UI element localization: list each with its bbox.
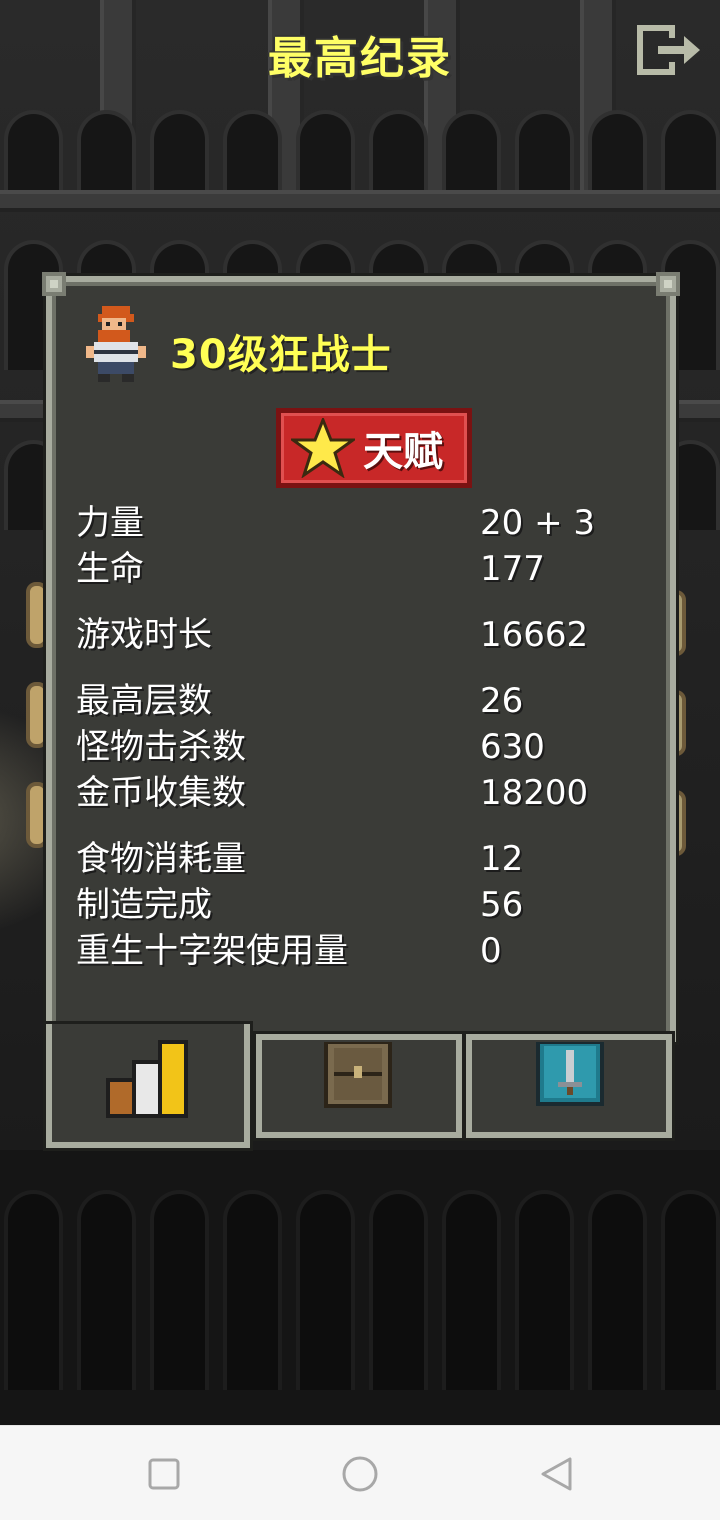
background-ledge	[0, 190, 720, 212]
stat-value: 56	[480, 885, 524, 925]
background-floor	[0, 1150, 720, 1425]
stat-row-health: 生命 177	[76, 546, 656, 592]
stat-label: 金币收集数	[76, 773, 246, 813]
stat-row-food-eaten: 食物消耗量 12	[76, 836, 656, 882]
talent-button[interactable]: 天赋	[276, 408, 472, 488]
stat-value: 630	[480, 727, 545, 767]
stat-value: 18200	[480, 773, 589, 813]
recent-apps-icon[interactable]	[144, 1454, 184, 1494]
stat-value: 16662	[480, 615, 589, 655]
stat-row-items-crafted: 制造完成 56	[76, 882, 656, 928]
stat-label: 游戏时长	[76, 615, 212, 655]
background-arches	[0, 1190, 720, 1390]
talent-label: 天赋	[363, 429, 443, 475]
stat-label: 最高层数	[76, 681, 212, 721]
wall-torch	[26, 782, 48, 848]
stat-value: 12	[480, 839, 524, 879]
system-navigation-bar	[0, 1425, 720, 1520]
page-title: 最高纪录	[268, 33, 452, 84]
stats-bars-icon	[106, 1040, 188, 1118]
hero-title: 30级狂战士	[170, 332, 392, 378]
tab-items[interactable]	[256, 1034, 462, 1138]
stat-row-gold-collected: 金币收集数 18200	[76, 770, 656, 816]
panel-corner	[42, 272, 66, 296]
stat-label: 食物消耗量	[76, 839, 246, 879]
stat-label: 重生十字架使用量	[76, 931, 348, 971]
stat-label: 制造完成	[76, 885, 212, 925]
stat-label: 怪物击杀数	[76, 727, 246, 767]
wall-torch	[26, 582, 48, 648]
exit-icon	[637, 25, 700, 75]
tab-badges[interactable]	[466, 1034, 672, 1138]
exit-button[interactable]	[636, 24, 704, 76]
back-icon[interactable]	[536, 1454, 576, 1494]
stat-label: 力量	[76, 503, 144, 543]
stat-value: 20 + 3	[480, 503, 595, 543]
stat-row-play-time: 游戏时长 16662	[76, 612, 656, 658]
records-panel: 30级狂战士 天赋 力量 20 + 3 生命 177 游戏时长 16662 最高…	[42, 272, 680, 1042]
stat-value: 0	[480, 931, 502, 971]
sword-badge-icon	[536, 1042, 604, 1106]
wooden-chest-icon	[324, 1042, 392, 1108]
background-arches	[0, 110, 720, 190]
berserker-hero-icon	[86, 306, 146, 382]
stat-label: 生命	[76, 549, 144, 589]
stats-list: 力量 20 + 3 生命 177 游戏时长 16662 最高层数 26 怪物击杀…	[76, 500, 656, 974]
star-icon	[291, 418, 355, 478]
stat-row-max-depth: 最高层数 26	[76, 678, 656, 724]
stat-value: 26	[480, 681, 524, 721]
panel-corner	[656, 272, 680, 296]
stat-row-monsters-killed: 怪物击杀数 630	[76, 724, 656, 770]
stat-value: 177	[480, 549, 545, 589]
home-icon[interactable]	[340, 1454, 380, 1494]
wall-torch	[26, 682, 48, 748]
stat-row-strength: 力量 20 + 3	[76, 500, 656, 546]
stat-row-ankhs-used: 重生十字架使用量 0	[76, 928, 656, 974]
tab-stats[interactable]	[46, 1024, 250, 1148]
